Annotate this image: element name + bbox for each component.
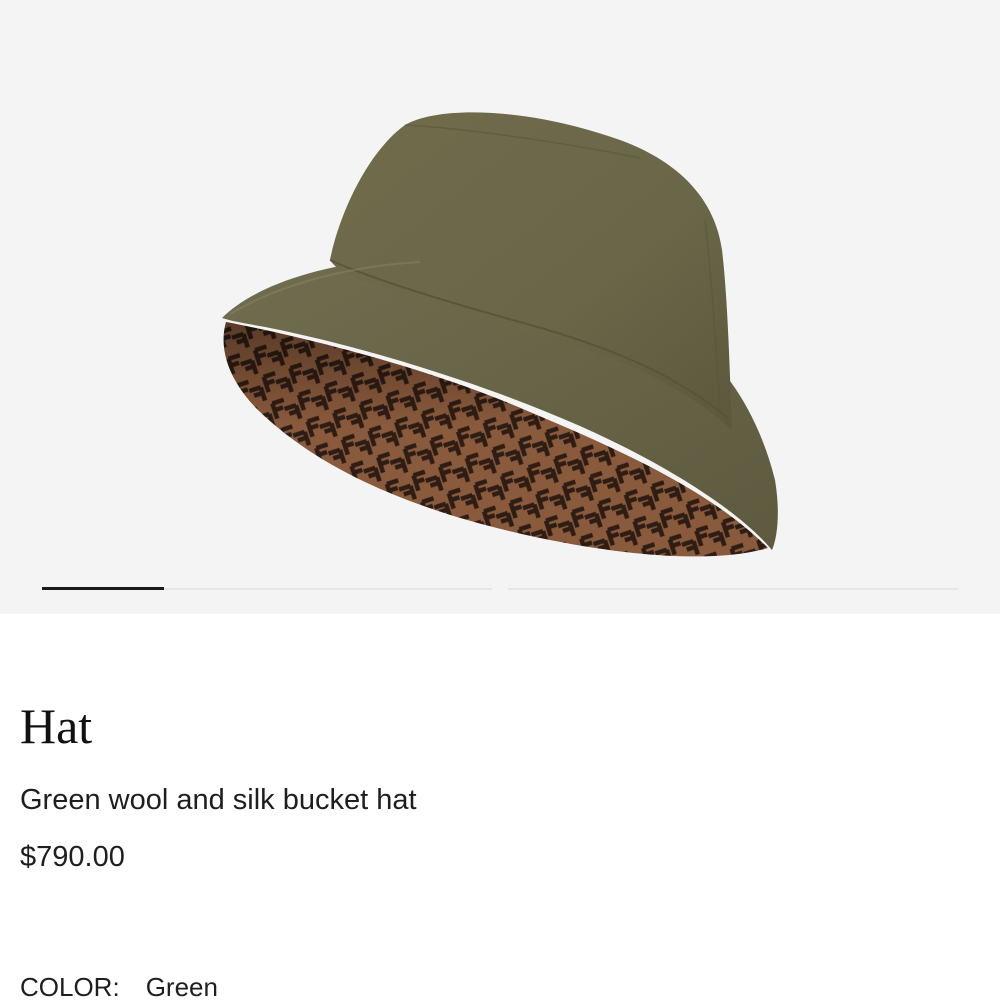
pager-segment-2[interactable]: [508, 588, 958, 590]
product-title: Hat: [20, 698, 93, 754]
product-description: Green wool and silk bucket hat: [20, 784, 417, 816]
color-value: Green: [145, 972, 218, 1000]
pager-active-indicator: [42, 587, 164, 590]
color-label: COLOR:: [20, 972, 120, 1000]
product-price: $790.00: [20, 841, 125, 873]
product-image[interactable]: [200, 100, 800, 570]
color-selector[interactable]: COLOR: Green: [20, 970, 218, 1000]
product-image-gallery[interactable]: [0, 0, 1000, 614]
